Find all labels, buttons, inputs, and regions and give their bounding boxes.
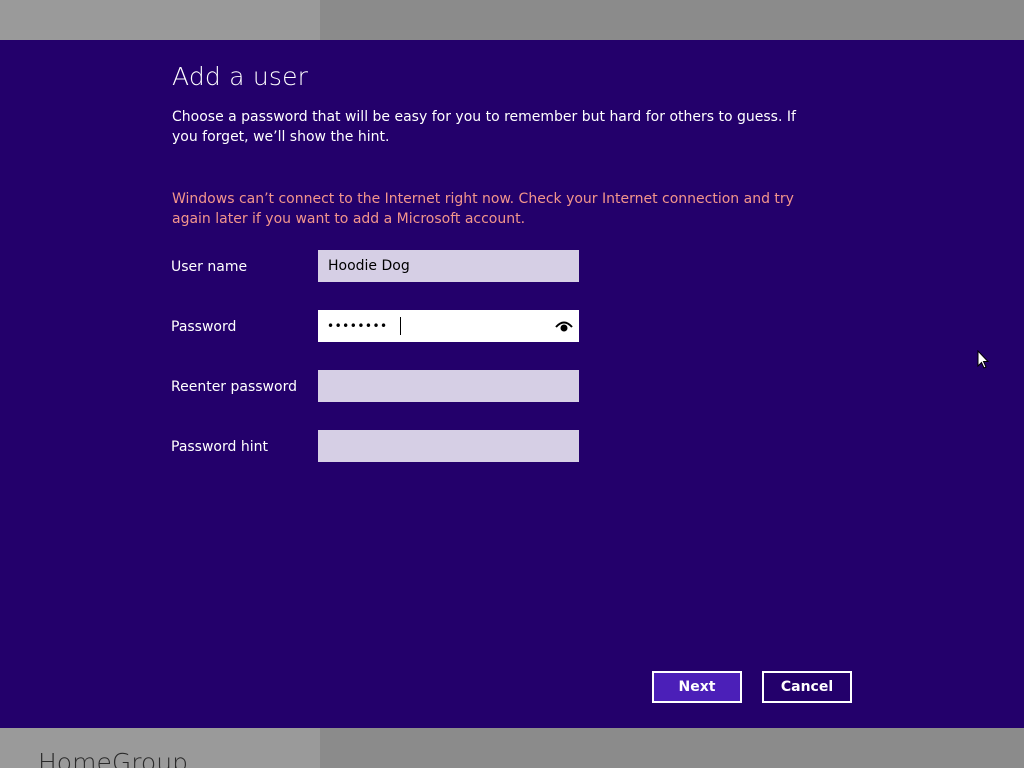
reenter-password-label: Reenter password [171, 379, 297, 395]
background-section-title: HomeGroup [38, 748, 188, 768]
dialog-instructions: Choose a password that will be easy for … [172, 109, 796, 145]
password-hint-label: Password hint [171, 439, 268, 455]
dialog-title: Add a user [172, 62, 309, 91]
connection-warning: Windows can’t connect to the Internet ri… [172, 191, 794, 227]
username-label: User name [171, 259, 248, 275]
password-hint-field[interactable] [318, 430, 579, 462]
cancel-button[interactable]: Cancel [762, 671, 852, 703]
password-masked-value: •••••••• [327, 319, 388, 333]
next-button[interactable]: Next [652, 671, 742, 703]
add-user-dialog: Add a user Choose a password that will b… [0, 40, 1024, 728]
text-caret [400, 317, 401, 335]
mouse-pointer-icon [977, 350, 989, 369]
reenter-password-field[interactable] [318, 370, 579, 402]
password-label: Password [171, 319, 237, 335]
password-field[interactable]: •••••••• [318, 310, 579, 342]
username-field[interactable]: Hoodie Dog [318, 250, 579, 282]
eye-icon[interactable] [555, 319, 573, 333]
